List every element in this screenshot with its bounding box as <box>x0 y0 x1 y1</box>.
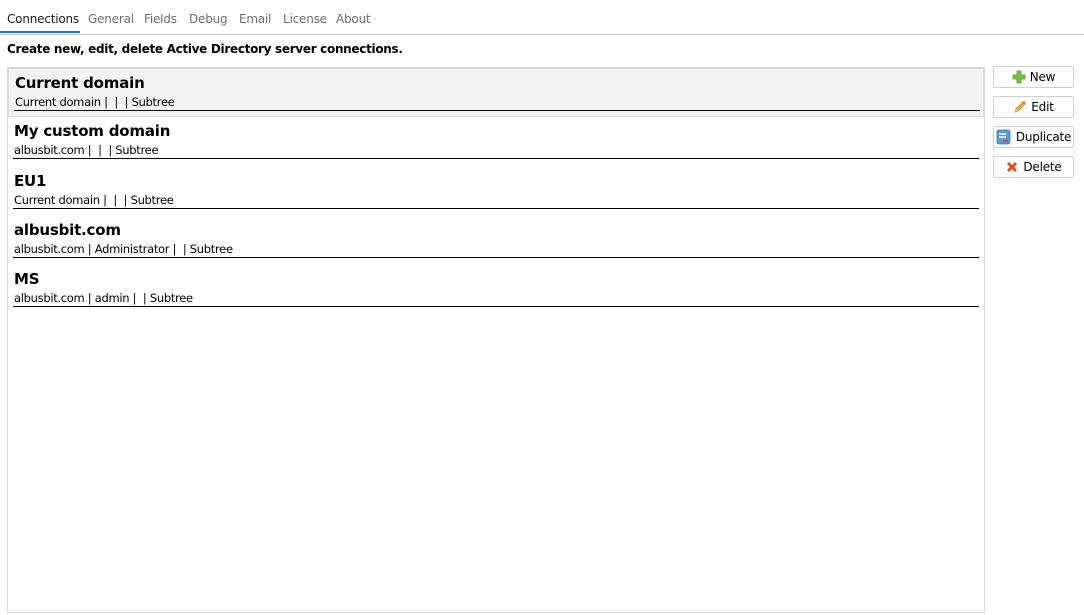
duplicate-button-label: Duplicate <box>1015 130 1072 144</box>
new-button[interactable]: New <box>993 66 1074 88</box>
duplicate-button[interactable]: Duplicate <box>993 126 1074 148</box>
connection-item[interactable]: Current domain Current domain | | | Subt… <box>8 68 984 117</box>
connection-details: albusbit.com | Administrator | | Subtree <box>14 242 233 256</box>
tab-email[interactable]: Email <box>239 12 271 26</box>
page-description: Create new, edit, delete Active Director… <box>7 42 403 56</box>
item-divider <box>13 158 979 159</box>
delete-button[interactable]: Delete <box>993 156 1074 178</box>
delete-x-icon <box>1005 160 1019 174</box>
connection-item[interactable]: EU1 Current domain | | | Subtree <box>8 167 984 216</box>
tab-connections[interactable]: Connections <box>7 12 79 26</box>
tab-about[interactable]: About <box>336 12 371 26</box>
connection-title: Current domain <box>15 74 145 92</box>
item-divider <box>13 257 979 258</box>
item-divider <box>14 110 980 111</box>
tab-fields[interactable]: Fields <box>144 12 177 26</box>
connection-item[interactable]: MS albusbit.com | admin | | Subtree <box>8 265 984 314</box>
connection-details: albusbit.com | | | Subtree <box>14 143 159 157</box>
tab-debug[interactable]: Debug <box>189 12 228 26</box>
connection-title: My custom domain <box>14 122 171 140</box>
connection-title: albusbit.com <box>14 221 121 239</box>
pencil-icon <box>1013 100 1027 114</box>
connection-details: albusbit.com | admin | | Subtree <box>14 291 193 305</box>
tab-bar: Connections General Fields Debug Email L… <box>0 0 1084 35</box>
active-tab-indicator <box>0 31 80 33</box>
plus-icon <box>1012 70 1026 84</box>
tab-general[interactable]: General <box>88 12 134 26</box>
connection-item[interactable]: albusbit.com albusbit.com | Administrato… <box>8 216 984 265</box>
edit-button-label: Edit <box>1031 100 1054 114</box>
connection-item[interactable]: My custom domain albusbit.com | | | Subt… <box>8 117 984 166</box>
connection-title: MS <box>14 270 40 288</box>
connection-details: Current domain | | | Subtree <box>15 95 175 109</box>
duplicate-icon <box>996 129 1012 145</box>
new-button-label: New <box>1029 70 1056 84</box>
item-divider <box>13 306 979 307</box>
connection-title: EU1 <box>14 172 47 190</box>
edit-button[interactable]: Edit <box>993 96 1074 118</box>
connections-list[interactable]: Current domain Current domain | | | Subt… <box>7 67 985 613</box>
item-divider <box>13 208 979 209</box>
delete-button-label: Delete <box>1023 160 1062 174</box>
tab-license[interactable]: License <box>283 12 327 26</box>
connection-details: Current domain | | | Subtree <box>14 193 174 207</box>
